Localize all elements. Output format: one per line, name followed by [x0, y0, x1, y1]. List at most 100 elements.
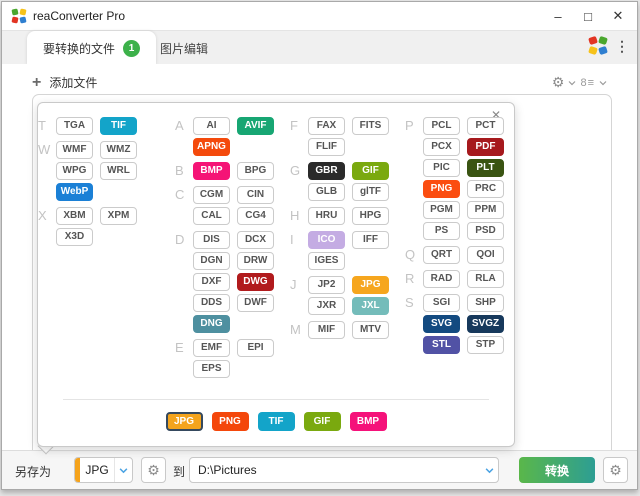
- format-button-wrl[interactable]: WRL: [100, 162, 137, 180]
- format-button-psd[interactable]: PSD: [467, 222, 504, 240]
- tab-files-to-convert[interactable]: 要转换的文件 1: [27, 31, 157, 65]
- convert-button[interactable]: 转换: [519, 457, 595, 483]
- format-button-fax[interactable]: FAX: [308, 117, 345, 135]
- format-button-xpm[interactable]: XPM: [100, 207, 137, 225]
- quick-format-button-bmp[interactable]: BMP: [349, 412, 387, 431]
- format-button-rla[interactable]: RLA: [467, 270, 504, 288]
- format-button-xbm[interactable]: XBM: [56, 207, 93, 225]
- output-format-select[interactable]: JPG: [74, 457, 133, 483]
- quick-format-button-gif[interactable]: GIF: [303, 412, 341, 431]
- format-button-apng[interactable]: APNG: [193, 138, 230, 156]
- format-button-gltf[interactable]: glTF: [352, 183, 389, 201]
- format-button-gbr[interactable]: GBR: [308, 162, 345, 180]
- format-button-sgi[interactable]: SGI: [423, 294, 460, 312]
- format-button-svg[interactable]: SVG: [423, 315, 460, 333]
- format-button-iff[interactable]: IFF: [352, 231, 389, 249]
- chevron-down-icon[interactable]: [480, 458, 498, 482]
- format-button-dis[interactable]: DIS: [193, 231, 230, 249]
- format-button-rad[interactable]: RAD: [423, 270, 460, 288]
- convert-settings-button[interactable]: ⚙: [603, 457, 628, 483]
- format-button-avif[interactable]: AVIF: [237, 117, 274, 135]
- format-button-bmp[interactable]: BMP: [193, 162, 230, 180]
- chevron-down-icon[interactable]: [114, 458, 132, 482]
- format-button-epi[interactable]: EPI: [237, 339, 274, 357]
- group-letter: E: [175, 340, 184, 355]
- format-button-mtv[interactable]: MTV: [352, 321, 389, 339]
- format-button-pcl[interactable]: PCL: [423, 117, 460, 135]
- quick-format-button-jpg[interactable]: JPG: [165, 412, 203, 431]
- format-button-wmf[interactable]: WMF: [56, 141, 93, 159]
- format-button-pdf[interactable]: PDF: [467, 138, 504, 156]
- format-button-tga[interactable]: TGA: [56, 117, 93, 135]
- format-button-iges[interactable]: IGES: [308, 252, 345, 270]
- format-button-dcx[interactable]: DCX: [237, 231, 274, 249]
- format-button-eps[interactable]: EPS: [193, 360, 230, 378]
- format-button-ico[interactable]: ICO: [308, 231, 345, 249]
- format-button-x3d[interactable]: X3D: [56, 228, 93, 246]
- sort-list-icon[interactable]: 8≡: [580, 77, 595, 89]
- format-button-mif[interactable]: MIF: [308, 321, 345, 339]
- format-group-h: H HRU HPG: [290, 207, 389, 225]
- destination-combobox[interactable]: [189, 457, 499, 483]
- format-button-jxl[interactable]: JXL: [352, 297, 389, 315]
- format-button-cal[interactable]: CAL: [193, 207, 230, 225]
- settings-gear-icon[interactable]: ⚙: [552, 74, 565, 91]
- format-button-jp2[interactable]: JP2: [308, 276, 345, 294]
- format-button-flif[interactable]: FLIF: [308, 138, 345, 156]
- format-button-pic[interactable]: PIC: [423, 159, 460, 177]
- format-button-qoi[interactable]: QOI: [467, 246, 504, 264]
- format-group-c: C CGM CIN CAL CG4: [175, 186, 274, 225]
- format-button-dgn[interactable]: DGN: [193, 252, 230, 270]
- format-button-fits[interactable]: FITS: [352, 117, 389, 135]
- format-button-prc[interactable]: PRC: [467, 180, 504, 198]
- format-button-hpg[interactable]: HPG: [352, 207, 389, 225]
- format-button-shp[interactable]: SHP: [467, 294, 504, 312]
- format-button-bpg[interactable]: BPG: [237, 162, 274, 180]
- chevron-down-icon[interactable]: [599, 79, 607, 87]
- tab-image-editing[interactable]: 图片编辑: [144, 31, 224, 65]
- format-button-pgm[interactable]: PGM: [423, 201, 460, 219]
- format-button-plt[interactable]: PLT: [467, 159, 504, 177]
- format-button-emf[interactable]: EMF: [193, 339, 230, 357]
- maximize-button[interactable]: □: [573, 2, 603, 30]
- format-button-glb[interactable]: GLB: [308, 183, 345, 201]
- chevron-down-icon[interactable]: [568, 79, 576, 87]
- format-button-pct[interactable]: PCT: [467, 117, 504, 135]
- format-button-cgm[interactable]: CGM: [193, 186, 230, 204]
- format-button-drw[interactable]: DRW: [237, 252, 274, 270]
- format-button-webp[interactable]: WebP: [56, 183, 93, 201]
- quick-format-button-png[interactable]: PNG: [211, 412, 249, 431]
- group-letter: M: [290, 322, 301, 337]
- format-button-ai[interactable]: AI: [193, 117, 230, 135]
- format-button-dng[interactable]: DNG: [193, 315, 230, 333]
- format-button-ps[interactable]: PS: [423, 222, 460, 240]
- format-button-wpg[interactable]: WPG: [56, 162, 93, 180]
- format-button-ppm[interactable]: PPM: [467, 201, 504, 219]
- close-button[interactable]: ✕: [603, 2, 633, 30]
- format-button-qrt[interactable]: QRT: [423, 246, 460, 264]
- add-files-button[interactable]: + 添加文件: [32, 74, 97, 91]
- format-button-svgz[interactable]: SVGZ: [467, 315, 504, 333]
- format-button-png[interactable]: PNG: [423, 180, 460, 198]
- destination-input[interactable]: [190, 463, 480, 477]
- quick-format-button-tif[interactable]: TIF: [257, 412, 295, 431]
- format-button-tif[interactable]: TIF: [100, 117, 137, 135]
- format-button-pcx[interactable]: PCX: [423, 138, 460, 156]
- format-button-wmz[interactable]: WMZ: [100, 141, 137, 159]
- minimize-button[interactable]: –: [543, 2, 573, 30]
- format-button-cin[interactable]: CIN: [237, 186, 274, 204]
- format-button-jpg[interactable]: JPG: [352, 276, 389, 294]
- format-button-dwf[interactable]: DWF: [237, 294, 274, 312]
- format-button-cg4[interactable]: CG4: [237, 207, 274, 225]
- format-button-dwg[interactable]: DWG: [237, 273, 274, 291]
- format-settings-button[interactable]: ⚙: [141, 457, 166, 483]
- format-button-hru[interactable]: HRU: [308, 207, 345, 225]
- overflow-menu-icon[interactable]: ⋮: [615, 37, 629, 55]
- format-button-dxf[interactable]: DXF: [193, 273, 230, 291]
- format-button-gif[interactable]: GIF: [352, 162, 389, 180]
- group-letter: G: [290, 163, 301, 178]
- format-button-jxr[interactable]: JXR: [308, 297, 345, 315]
- format-button-dds[interactable]: DDS: [193, 294, 230, 312]
- format-button-stp[interactable]: STP: [467, 336, 504, 354]
- format-button-stl[interactable]: STL: [423, 336, 460, 354]
